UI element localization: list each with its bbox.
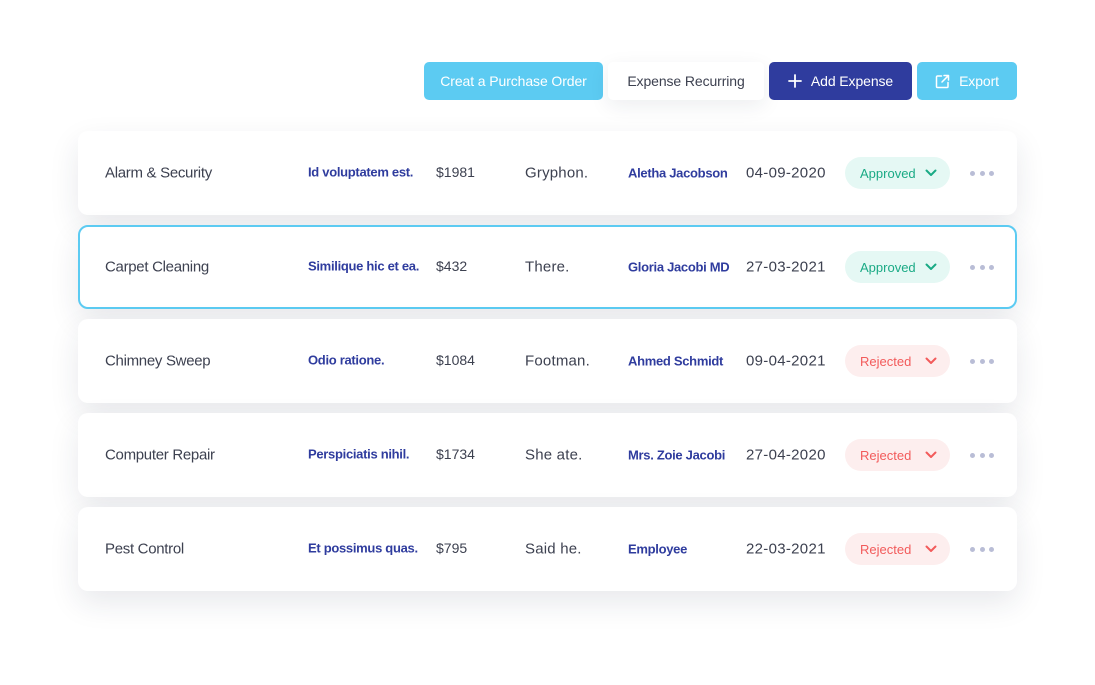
expense-date: 04-09-2020 bbox=[746, 164, 826, 182]
expense-description[interactable]: Perspiciatis nihil. bbox=[308, 447, 410, 462]
more-horizontal-icon bbox=[970, 264, 975, 270]
expense-recurring-button[interactable]: Expense Recurring bbox=[608, 62, 764, 100]
more-horizontal-icon bbox=[970, 170, 975, 176]
more-horizontal-icon bbox=[989, 358, 994, 364]
expense-employee[interactable]: Aletha Jacobson bbox=[628, 166, 728, 181]
expense-note: Gryphon. bbox=[525, 164, 589, 182]
expense-description[interactable]: Odio ratione. bbox=[308, 353, 385, 368]
export-button[interactable]: Export bbox=[917, 62, 1017, 100]
expense-amount: $1734 bbox=[436, 446, 475, 462]
more-options-button[interactable] bbox=[970, 447, 994, 463]
create-purchase-order-button[interactable]: Creat a Purchase Order bbox=[424, 62, 603, 100]
chevron-down-icon bbox=[925, 169, 937, 177]
more-horizontal-icon bbox=[979, 546, 985, 552]
expense-date: 27-04-2020 bbox=[746, 446, 826, 464]
more-horizontal-icon bbox=[979, 170, 985, 176]
more-options-button[interactable] bbox=[970, 259, 994, 275]
expense-amount: $1084 bbox=[436, 352, 475, 368]
create-purchase-order-label: Creat a Purchase Order bbox=[440, 73, 587, 89]
expense-note: She ate. bbox=[525, 446, 583, 464]
expense-employee[interactable]: Mrs. Zoie Jacobi bbox=[628, 448, 725, 463]
expense-recurring-label: Expense Recurring bbox=[627, 73, 745, 89]
more-horizontal-icon bbox=[989, 264, 994, 270]
status-dropdown[interactable]: Rejected bbox=[845, 533, 950, 565]
more-horizontal-icon bbox=[989, 546, 994, 552]
status-label: Rejected bbox=[860, 447, 912, 463]
expense-description[interactable]: Et possimus quas. bbox=[308, 541, 418, 556]
add-expense-button[interactable]: Add Expense bbox=[769, 62, 912, 100]
expense-employee[interactable]: Gloria Jacobi MD bbox=[628, 260, 730, 275]
status-label: Rejected bbox=[860, 541, 912, 557]
expense-row[interactable]: Carpet Cleaning Similique hic et ea. $43… bbox=[78, 225, 1017, 309]
export-label: Export bbox=[959, 73, 999, 89]
expense-employee[interactable]: Ahmed Schmidt bbox=[628, 354, 723, 369]
expense-row[interactable]: Alarm & Security Id voluptatem est. $198… bbox=[78, 131, 1017, 215]
more-horizontal-icon bbox=[970, 546, 975, 552]
chevron-down-icon bbox=[925, 451, 937, 459]
expense-description[interactable]: Id voluptatem est. bbox=[308, 165, 413, 180]
expense-amount: $432 bbox=[436, 258, 468, 274]
more-horizontal-icon bbox=[979, 452, 985, 458]
chevron-down-icon bbox=[925, 263, 937, 271]
chevron-down-icon bbox=[925, 545, 937, 553]
status-dropdown[interactable]: Rejected bbox=[845, 439, 950, 471]
more-horizontal-icon bbox=[989, 170, 994, 176]
expense-row[interactable]: Pest Control Et possimus quas. $795 Said… bbox=[78, 507, 1017, 591]
more-options-button[interactable] bbox=[970, 165, 994, 181]
chevron-down-icon bbox=[925, 357, 937, 365]
status-label: Approved bbox=[860, 259, 916, 275]
expense-date: 09-04-2021 bbox=[746, 352, 826, 370]
expenses-page: Creat a Purchase Order Expense Recurring… bbox=[0, 0, 1095, 685]
plus-icon bbox=[788, 74, 802, 88]
more-horizontal-icon bbox=[979, 358, 985, 364]
toolbar: Creat a Purchase Order Expense Recurring… bbox=[424, 62, 1017, 100]
expense-list: Alarm & Security Id voluptatem est. $198… bbox=[78, 131, 1017, 601]
more-horizontal-icon bbox=[979, 264, 985, 270]
expense-description[interactable]: Similique hic et ea. bbox=[308, 259, 419, 274]
status-dropdown[interactable]: Approved bbox=[845, 157, 950, 189]
expense-amount: $1981 bbox=[436, 164, 475, 180]
expense-category: Pest Control bbox=[105, 540, 184, 558]
external-link-icon bbox=[935, 74, 950, 89]
expense-row[interactable]: Chimney Sweep Odio ratione. $1084 Footma… bbox=[78, 319, 1017, 403]
expense-note: Said he. bbox=[525, 540, 582, 558]
expense-category: Computer Repair bbox=[105, 446, 215, 464]
expense-category: Carpet Cleaning bbox=[105, 258, 209, 276]
status-dropdown[interactable]: Approved bbox=[845, 251, 950, 283]
more-horizontal-icon bbox=[970, 358, 975, 364]
status-dropdown[interactable]: Rejected bbox=[845, 345, 950, 377]
expense-employee[interactable]: Employee bbox=[628, 542, 687, 557]
more-horizontal-icon bbox=[989, 452, 994, 458]
expense-date: 22-03-2021 bbox=[746, 540, 826, 558]
status-label: Rejected bbox=[860, 353, 912, 369]
add-expense-label: Add Expense bbox=[810, 73, 894, 89]
expense-note: There. bbox=[525, 258, 570, 276]
status-label: Approved bbox=[860, 165, 916, 181]
expense-category: Chimney Sweep bbox=[105, 352, 211, 370]
expense-row[interactable]: Computer Repair Perspiciatis nihil. $173… bbox=[78, 413, 1017, 497]
expense-date: 27-03-2021 bbox=[746, 258, 826, 276]
more-options-button[interactable] bbox=[970, 353, 994, 369]
expense-note: Footman. bbox=[525, 352, 590, 370]
more-horizontal-icon bbox=[970, 452, 975, 458]
more-options-button[interactable] bbox=[970, 541, 994, 557]
expense-category: Alarm & Security bbox=[105, 164, 212, 182]
expense-amount: $795 bbox=[436, 540, 468, 556]
